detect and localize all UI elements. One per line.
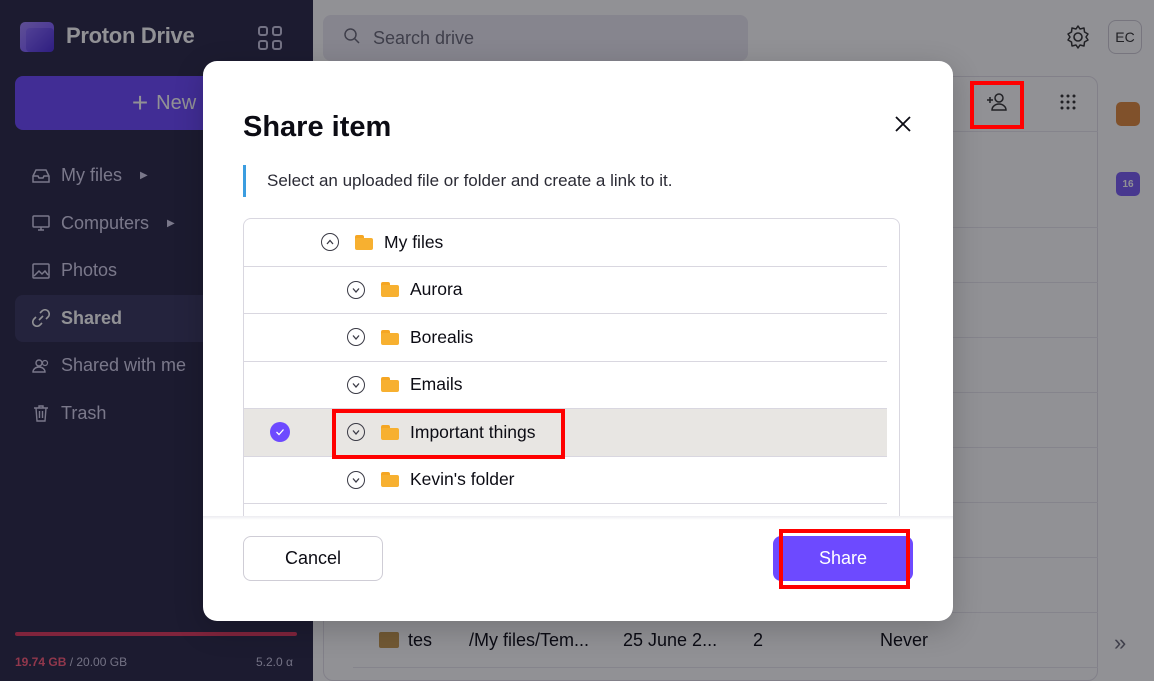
share-item-dialog: Share item Select an uploaded file or fo…	[203, 61, 953, 621]
tree-item-label: My files	[384, 231, 444, 252]
folder-icon	[355, 234, 373, 250]
close-icon[interactable]	[891, 112, 915, 136]
folder-icon	[381, 329, 399, 345]
chevron-up-icon[interactable]	[321, 233, 339, 252]
footer-divider	[203, 516, 953, 520]
tree-row-aurora[interactable]: Aurora	[244, 267, 887, 314]
share-button-label: Share	[818, 548, 868, 568]
chevron-down-icon[interactable]	[347, 423, 365, 442]
folder-icon	[381, 424, 399, 440]
tree-item-label: Aurora	[410, 279, 463, 300]
chevron-down-icon[interactable]	[347, 280, 365, 299]
folder-icon	[381, 377, 399, 393]
tree-item-label: Emails	[410, 374, 463, 395]
tree-row-root[interactable]: My files	[244, 219, 887, 267]
folder-tree: My files Aurora Borealis Emails Importan…	[243, 218, 900, 518]
tree-row-emails[interactable]: Emails	[244, 362, 887, 409]
share-button[interactable]: Share	[773, 536, 913, 581]
tree-row-important-things[interactable]: Important things	[244, 409, 887, 457]
chevron-down-icon[interactable]	[347, 470, 365, 489]
folder-icon	[381, 282, 399, 298]
cancel-button[interactable]: Cancel	[243, 536, 383, 581]
dialog-description: Select an uploaded file or folder and cr…	[243, 165, 672, 197]
chevron-down-icon[interactable]	[347, 375, 365, 394]
tree-item-label: Important things	[410, 421, 536, 442]
cancel-button-label: Cancel	[284, 548, 342, 568]
chevron-down-icon[interactable]	[347, 328, 365, 347]
tree-row-borealis[interactable]: Borealis	[244, 314, 887, 362]
folder-icon	[381, 472, 399, 488]
tree-row-kevins-folder[interactable]: Kevin's folder	[244, 457, 887, 504]
dialog-title: Share item	[243, 111, 392, 143]
tree-item-label: Borealis	[410, 326, 474, 347]
checkmark-icon	[270, 422, 290, 443]
dialog-description-text: Select an uploaded file or folder and cr…	[267, 171, 673, 190]
tree-item-label: Kevin's folder	[410, 469, 515, 490]
